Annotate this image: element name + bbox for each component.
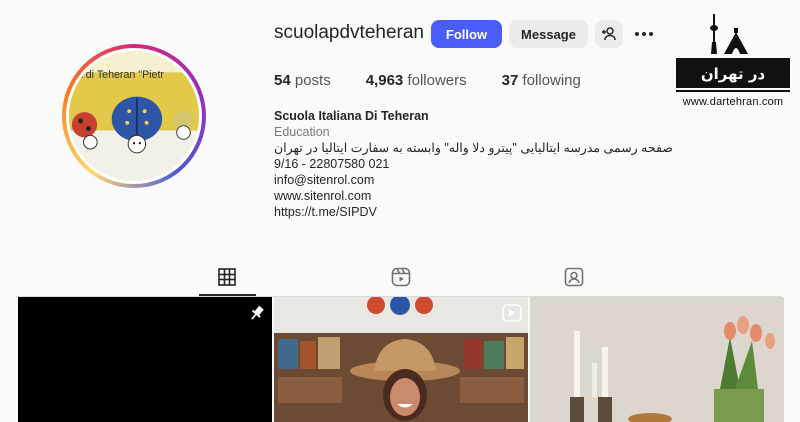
grid-post-3[interactable] [530,297,784,422]
bio-persian-line: صفحه رسمی مدرسه ایتالیایی "پیترو دلا وال… [274,141,673,155]
tab-reels[interactable] [388,264,414,290]
reel-icon [502,304,522,322]
follow-button[interactable]: Follow [431,20,502,48]
profile-username: scuolapdvteheran [274,22,424,43]
bio-website[interactable]: www.sitenrol.com [274,188,673,204]
bio-phone: 9/16 - 22807580 021 [274,157,390,171]
profile-avatar[interactable]: na di Teheran "Pietr [62,44,206,188]
bio-category: Education [274,125,330,139]
avatar-border: na di Teheran "Pietr [66,48,202,184]
followers-label: followers [407,72,467,89]
following-stat[interactable]: 37 following [502,72,581,89]
tab-tagged[interactable] [561,264,587,290]
post-3-image [530,297,784,422]
bio-email[interactable]: info@sitenrol.com [274,172,673,188]
posts-stat: 54 posts [274,72,331,89]
more-icon [635,32,653,36]
posts-count: 54 [274,72,291,89]
avatar-text: na di Teheran "Pietr [71,69,164,81]
profile-stats: 54 posts 4,963 followers 37 following [274,72,616,89]
add-user-icon [602,27,616,41]
profile-bio: Scuola Italiana Di Teheran Education صفح… [274,108,673,220]
watermark-url: www.dartehran.com [682,96,784,108]
pin-icon [251,305,264,320]
grid-post-2[interactable] [274,297,528,422]
following-label: following [522,72,581,89]
followers-count: 4,963 [365,72,404,89]
watermark: در تهران www.dartehran.com [676,12,790,108]
dartehran-logo: در تهران [676,14,790,92]
reels-icon [391,267,411,287]
add-user-button[interactable] [595,20,623,48]
grid-post-1[interactable] [18,297,272,422]
watermark-logo-text: در تهران [701,65,766,83]
more-options-button[interactable] [630,20,658,48]
avatar-image: na di Teheran "Pietr [69,51,199,181]
grid-icon [218,268,236,286]
bio-telegram-link[interactable]: https://t.me/SIPDV [274,204,673,220]
following-count: 37 [501,72,519,89]
posts-label: posts [294,72,331,89]
tagged-icon [564,267,584,287]
school-logo: na di Teheran "Pietr [69,51,199,181]
followers-stat[interactable]: 4,963 followers [366,72,467,89]
tab-posts[interactable] [214,264,240,290]
post-grid [18,297,784,422]
bio-name: Scuola Italiana Di Teheran [274,109,429,123]
message-button[interactable]: Message [509,20,588,48]
